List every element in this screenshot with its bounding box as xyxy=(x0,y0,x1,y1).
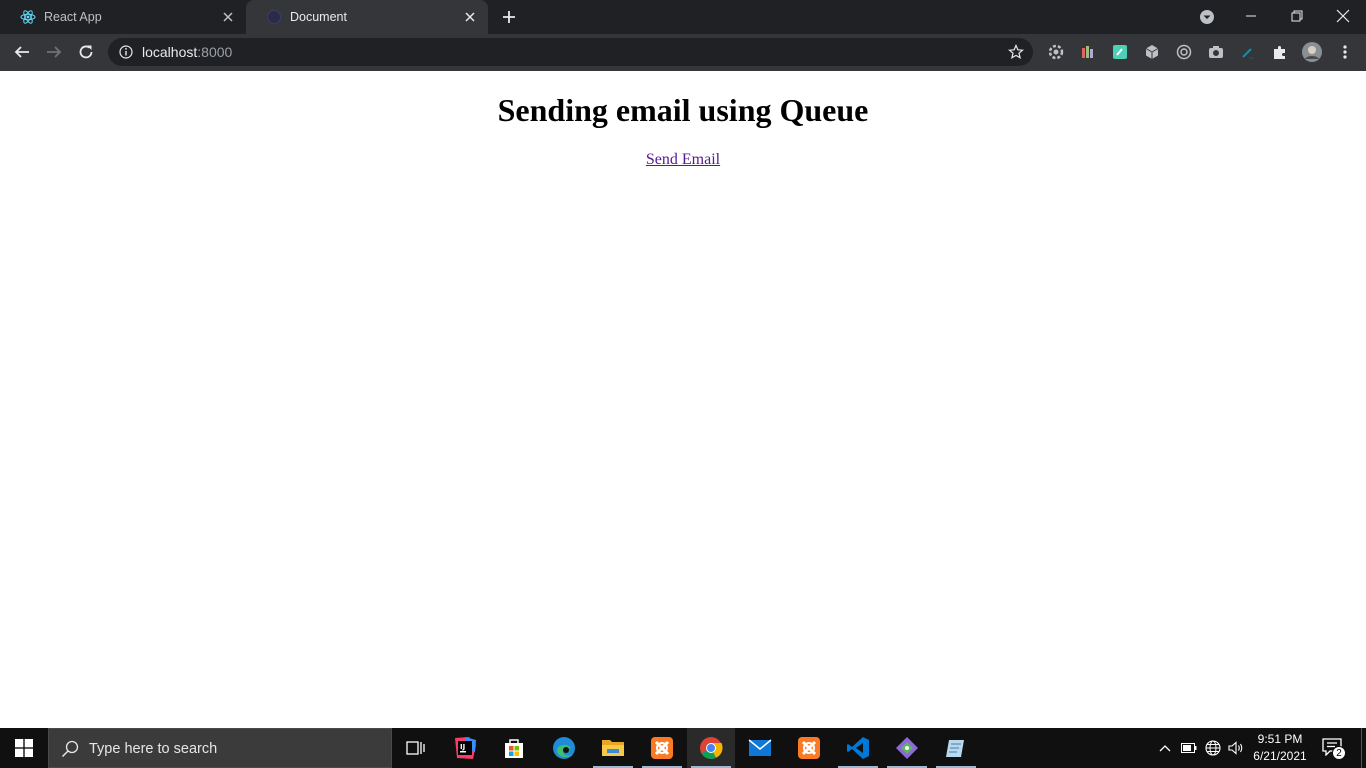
close-window-button[interactable] xyxy=(1320,0,1366,32)
mail-icon[interactable] xyxy=(736,728,784,768)
clock-date: 6/21/2021 xyxy=(1253,749,1307,763)
store-icon[interactable] xyxy=(490,728,538,768)
action-center-button[interactable]: 2 xyxy=(1322,738,1346,760)
arrow-left-icon xyxy=(14,46,29,58)
url-host: localhost xyxy=(142,44,198,60)
tab-title: Document xyxy=(290,10,347,24)
taskbar-search[interactable]: Type here to search xyxy=(48,728,392,768)
minimize-button[interactable] xyxy=(1228,0,1274,32)
notepad-icon[interactable] xyxy=(932,728,980,768)
chevron-down-icon xyxy=(1200,10,1214,24)
minimize-icon xyxy=(1246,15,1256,17)
tab-react-app[interactable]: React App xyxy=(0,0,246,34)
taskbar: Type here to search IJ 9:51 PM 6/21/2021… xyxy=(0,728,1366,768)
xampp-icon[interactable] xyxy=(638,728,686,768)
edge-icon[interactable] xyxy=(540,728,588,768)
reload-icon xyxy=(79,45,93,59)
chrome-icon[interactable] xyxy=(687,728,735,768)
profile-avatar[interactable] xyxy=(1302,42,1322,62)
tab-search-button[interactable] xyxy=(1196,7,1218,27)
extension-gear-icon[interactable] xyxy=(1047,43,1065,61)
tab-document[interactable]: Document xyxy=(246,0,488,34)
page-viewport: Sending email using Queue Send Email xyxy=(0,71,1366,728)
bookmark-star-icon[interactable] xyxy=(1007,43,1025,61)
network-globe-icon[interactable] xyxy=(1204,728,1222,768)
reload-button[interactable] xyxy=(72,38,100,66)
arrow-right-icon xyxy=(47,46,62,58)
xampp-icon[interactable] xyxy=(785,728,833,768)
send-email-wrapper: Send Email xyxy=(0,151,1366,169)
intellij-icon[interactable]: IJ xyxy=(441,728,489,768)
new-tab-button[interactable] xyxy=(498,7,520,27)
svg-text:IJ: IJ xyxy=(460,743,465,751)
git-icon[interactable] xyxy=(883,728,931,768)
extension-cube-icon[interactable] xyxy=(1143,43,1161,61)
tab-strip: React App Document xyxy=(0,0,1366,34)
close-icon xyxy=(1336,9,1350,23)
address-url[interactable]: localhost:8000 xyxy=(142,44,232,60)
extension-target-icon[interactable] xyxy=(1175,43,1193,61)
close-tab-icon[interactable] xyxy=(220,9,236,25)
show-desktop-button[interactable] xyxy=(1361,728,1366,768)
browser-toolbar: localhost:8000 xyxy=(0,34,1366,71)
vscode-icon[interactable] xyxy=(834,728,882,768)
tab-title: React App xyxy=(44,10,102,24)
extension-color-icon[interactable] xyxy=(1079,43,1097,61)
send-email-link[interactable]: Send Email xyxy=(646,151,720,168)
battery-icon[interactable] xyxy=(1180,728,1198,768)
volume-icon[interactable] xyxy=(1227,728,1245,768)
search-icon xyxy=(61,740,79,758)
file-explorer-icon[interactable] xyxy=(589,728,637,768)
clock-time: 9:51 PM xyxy=(1257,732,1303,746)
task-view-icon[interactable] xyxy=(392,728,440,768)
url-port: :8000 xyxy=(197,44,233,60)
restore-icon xyxy=(1291,10,1303,22)
plus-icon xyxy=(503,11,515,23)
back-button[interactable] xyxy=(8,38,36,66)
windows-icon xyxy=(15,739,33,757)
extension-clip-icon[interactable] xyxy=(1111,43,1129,61)
forward-button[interactable] xyxy=(40,38,68,66)
search-placeholder: Type here to search xyxy=(89,741,218,757)
chevron-up-icon xyxy=(1159,745,1171,752)
globe-icon xyxy=(266,9,282,25)
clock[interactable]: 9:51 PM 6/21/2021 xyxy=(1250,731,1310,765)
show-hidden-icons[interactable] xyxy=(1156,728,1174,768)
restore-button[interactable] xyxy=(1274,0,1320,32)
info-icon[interactable] xyxy=(118,44,134,60)
close-tab-icon[interactable] xyxy=(462,9,478,25)
extension-camera-icon[interactable] xyxy=(1207,43,1225,61)
react-icon xyxy=(20,9,36,25)
start-button[interactable] xyxy=(0,728,48,768)
address-bar[interactable]: localhost:8000 xyxy=(108,38,1033,66)
page-title: Sending email using Queue xyxy=(497,92,869,128)
extension-edit-icon[interactable] xyxy=(1239,43,1257,61)
notification-badge: 2 xyxy=(1332,746,1346,760)
menu-kebab-icon[interactable] xyxy=(1336,43,1354,61)
extensions-puzzle-icon[interactable] xyxy=(1271,43,1289,61)
